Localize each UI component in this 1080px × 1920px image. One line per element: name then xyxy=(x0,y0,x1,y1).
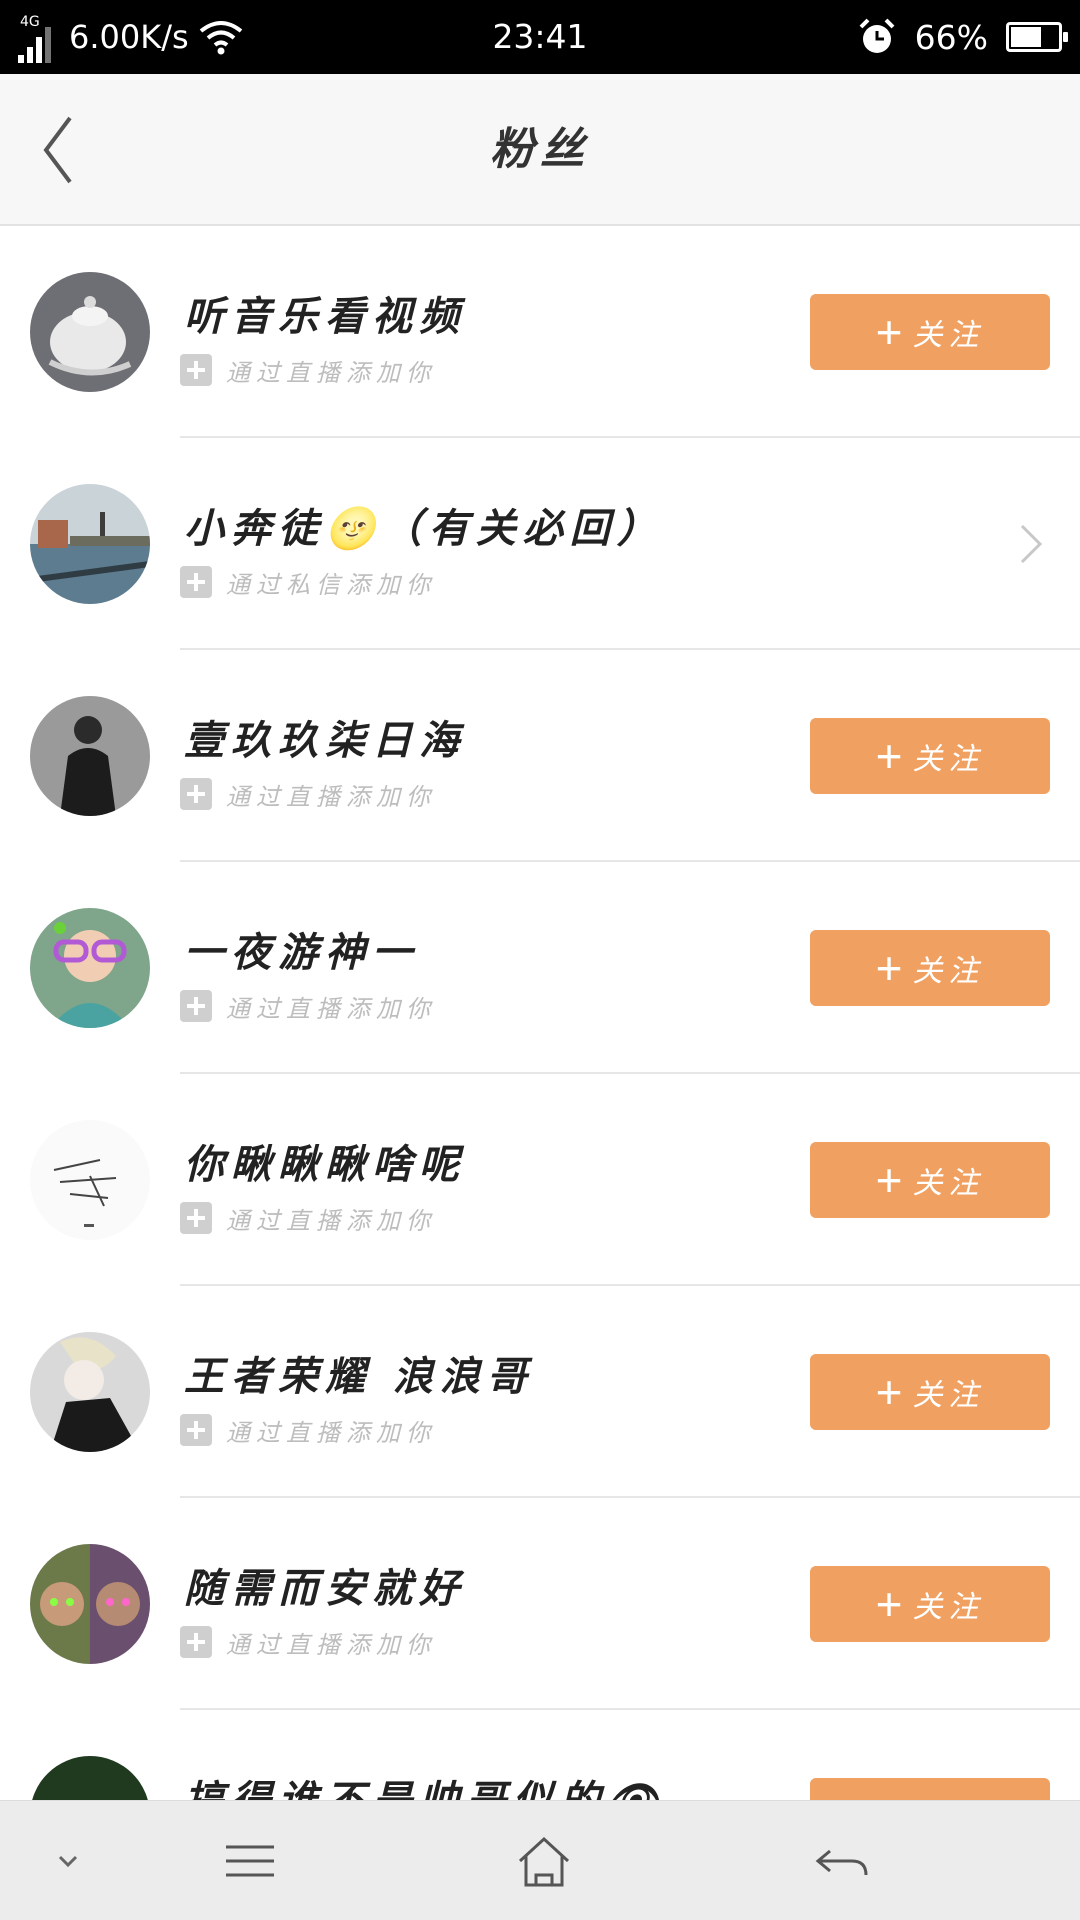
follow-label: 关注 xyxy=(912,1590,985,1625)
follow-label: 关注 xyxy=(912,1166,985,1201)
status-bar: 4G 6.00K/s 23:41 66% xyxy=(0,0,1080,74)
follow-label: 关注 xyxy=(912,1378,985,1413)
page-header: 粉丝 xyxy=(0,74,1080,226)
alarm-icon xyxy=(859,18,895,53)
list-item[interactable]: 搞得谁不是帅哥似的👁 + 关注 xyxy=(0,1710,1080,1800)
avatar[interactable] xyxy=(30,484,150,604)
follow-button[interactable]: + 关注 xyxy=(810,1142,1050,1218)
follower-name: 随需而安就好 xyxy=(184,1565,466,1612)
follow-button[interactable]: + 关注 xyxy=(810,1778,1050,1800)
follower-name: 王者荣耀 浪浪哥 xyxy=(184,1353,534,1400)
list-item[interactable]: 小奔徒🌝（有关必回） 通过私信添加你 xyxy=(0,438,1080,650)
source-text: 通过直播添加你 xyxy=(226,1630,436,1659)
source-text: 通过直播添加你 xyxy=(226,782,436,811)
list-item[interactable]: 随需而安就好 通过直播添加你 + 关注 xyxy=(0,1498,1080,1710)
follow-button[interactable]: + 关注 xyxy=(810,1566,1050,1642)
chevron-right-icon[interactable] xyxy=(1010,522,1050,566)
follower-list[interactable]: 听音乐看视频 通过直播添加你 + 关注 小奔徒🌝（有关必回） 通过私信添加你 壹… xyxy=(0,226,1080,1800)
follow-button[interactable]: + 关注 xyxy=(810,1354,1050,1430)
system-nav-bar xyxy=(0,1800,1080,1920)
follower-name: 你瞅瞅瞅啥呢 xyxy=(184,1141,466,1188)
plus-icon: + xyxy=(875,1578,903,1630)
follower-name: 听音乐看视频 xyxy=(184,293,466,340)
avatar[interactable] xyxy=(30,1756,150,1800)
page-title: 粉丝 xyxy=(490,124,590,175)
add-icon xyxy=(180,354,212,386)
list-item[interactable]: 听音乐看视频 通过直播添加你 + 关注 xyxy=(0,226,1080,438)
add-icon xyxy=(180,990,212,1022)
list-item[interactable]: 壹玖玖柒日海 通过直播添加你 + 关注 xyxy=(0,650,1080,862)
follower-source: 通过直播添加你 xyxy=(180,988,436,1024)
avatar[interactable] xyxy=(30,696,150,816)
follow-label: 关注 xyxy=(912,318,985,353)
menu-icon[interactable] xyxy=(220,1831,280,1891)
source-text: 通过私信添加你 xyxy=(226,570,436,599)
plus-icon: + xyxy=(875,306,903,358)
follower-name: 壹玖玖柒日海 xyxy=(184,717,466,764)
source-text: 通过直播添加你 xyxy=(226,1418,436,1447)
follower-source: 通过直播添加你 xyxy=(180,1412,436,1448)
avatar[interactable] xyxy=(30,1332,150,1452)
follower-source: 通过私信添加你 xyxy=(180,564,436,600)
avatar[interactable] xyxy=(30,908,150,1028)
follow-label: 关注 xyxy=(912,954,985,989)
plus-icon: + xyxy=(875,1366,903,1418)
avatar[interactable] xyxy=(30,1544,150,1664)
follower-name: 一夜游神一 xyxy=(184,929,419,976)
follower-name: 搞得谁不是帅哥似的👁 xyxy=(184,1768,665,1800)
battery-percent: 66% xyxy=(914,17,988,57)
follow-button[interactable]: + 关注 xyxy=(810,718,1050,794)
list-item[interactable]: 一夜游神一 通过直播添加你 + 关注 xyxy=(0,862,1080,1074)
plus-icon: + xyxy=(875,730,903,782)
add-icon xyxy=(180,1626,212,1658)
avatar[interactable] xyxy=(30,1120,150,1240)
source-text: 通过直播添加你 xyxy=(226,358,436,387)
add-icon xyxy=(180,1202,212,1234)
plus-icon: + xyxy=(875,1154,903,1206)
status-right: 66% xyxy=(857,0,1068,74)
list-item[interactable]: 王者荣耀 浪浪哥 通过直播添加你 + 关注 xyxy=(0,1286,1080,1498)
follower-source: 通过直播添加你 xyxy=(180,1200,436,1236)
add-icon xyxy=(180,566,212,598)
home-icon[interactable] xyxy=(514,1831,574,1891)
add-icon xyxy=(180,1414,212,1446)
add-icon xyxy=(180,778,212,810)
follower-source: 通过直播添加你 xyxy=(180,776,436,812)
battery-icon xyxy=(1006,22,1068,52)
follower-source: 通过直播添加你 xyxy=(180,1624,436,1660)
chevron-down-icon[interactable] xyxy=(38,1831,98,1891)
avatar[interactable] xyxy=(30,272,150,392)
back-arrow-icon[interactable] xyxy=(812,1831,872,1891)
follower-source: 通过直播添加你 xyxy=(180,352,436,388)
plus-icon: + xyxy=(876,1793,903,1800)
follower-name: 小奔徒🌝（有关必回） xyxy=(184,505,664,552)
source-text: 通过直播添加你 xyxy=(226,994,436,1023)
source-text: 通过直播添加你 xyxy=(226,1206,436,1235)
follow-button[interactable]: + 关注 xyxy=(810,930,1050,1006)
follow-label: 关注 xyxy=(912,742,985,777)
plus-icon: + xyxy=(875,942,903,994)
list-item[interactable]: 你瞅瞅瞅啥呢 通过直播添加你 + 关注 xyxy=(0,1074,1080,1286)
follow-button[interactable]: + 关注 xyxy=(810,294,1050,370)
